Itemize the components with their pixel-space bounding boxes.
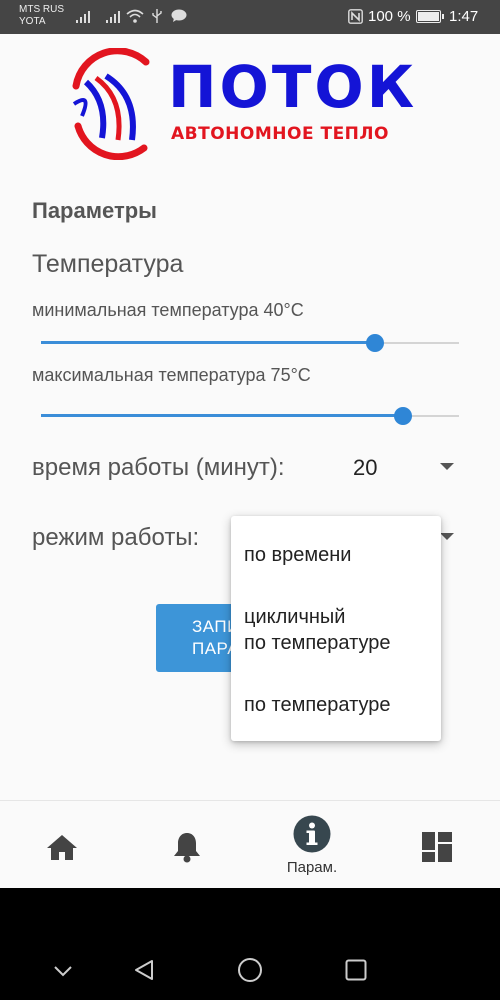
chevron-down-icon[interactable] [440,533,454,540]
battery-percent: 100 % [368,8,411,25]
slider-active-track [41,341,376,344]
logo-title: ПОТОК [168,53,418,121]
logo-subtitle: АВТОНОМНОЕ ТЕПЛО [171,124,389,144]
nav-params-label: Парам. [286,859,338,876]
brand-logo: ПОТОК АВТОНОМНОЕ ТЕПЛО [68,48,433,163]
message-icon [171,9,187,22]
max-temp-slider[interactable] [41,406,459,426]
battery-icon [416,10,444,23]
back-icon[interactable] [133,959,155,981]
clock: 1:47 [449,8,479,25]
menu-item-cyclic-by-temperature[interactable]: цикличный по температуре [244,604,390,656]
bell-icon [174,833,200,863]
usb-icon [152,9,162,23]
nav-dashboard[interactable] [387,801,487,889]
system-navigation-bar [0,888,500,1000]
carrier-info: MTS RUS YOTA [19,4,64,28]
menu-item-by-temperature[interactable]: по температуре [244,692,390,718]
status-bar: MTS RUS YOTA 100 % 1:47 [0,0,500,34]
recent-apps-icon[interactable] [345,959,367,981]
bottom-navigation: Парам. [0,800,500,888]
slider-thumb[interactable] [394,407,413,425]
carrier-name-1: MTS RUS [19,4,64,15]
page-title: Параметры [32,198,157,223]
min-temp-label: минимальная температура 40°C [32,300,304,320]
chevron-down-icon[interactable] [53,965,73,977]
temperature-heading: Температура [32,250,184,278]
logo-emblem-icon [72,48,150,160]
work-time-select[interactable]: 20 [353,455,377,481]
slider-thumb[interactable] [366,334,385,352]
max-temp-label: максимальная температура 75°C [32,365,311,385]
nav-home[interactable] [12,801,112,889]
work-time-label: время работы (минут): [32,454,285,481]
dashboard-icon [422,832,452,862]
wifi-icon [126,9,144,23]
signal-icon-2 [106,9,124,23]
signal-icon [76,9,94,23]
info-icon [293,815,331,853]
nfc-icon [348,9,363,24]
work-mode-dropdown: по времени цикличный по температуре по т… [231,516,441,741]
min-temp-slider[interactable] [41,333,459,353]
nav-notifications[interactable] [137,801,237,889]
home-circle-icon[interactable] [237,957,263,983]
home-icon [47,835,77,860]
nav-params[interactable]: Парам. [262,801,362,889]
carrier-name-2: YOTA [19,16,46,27]
work-mode-label: режим работы: [32,524,200,551]
slider-active-track [41,414,404,417]
chevron-down-icon[interactable] [440,463,454,470]
menu-item-by-time[interactable]: по времени [244,542,351,568]
